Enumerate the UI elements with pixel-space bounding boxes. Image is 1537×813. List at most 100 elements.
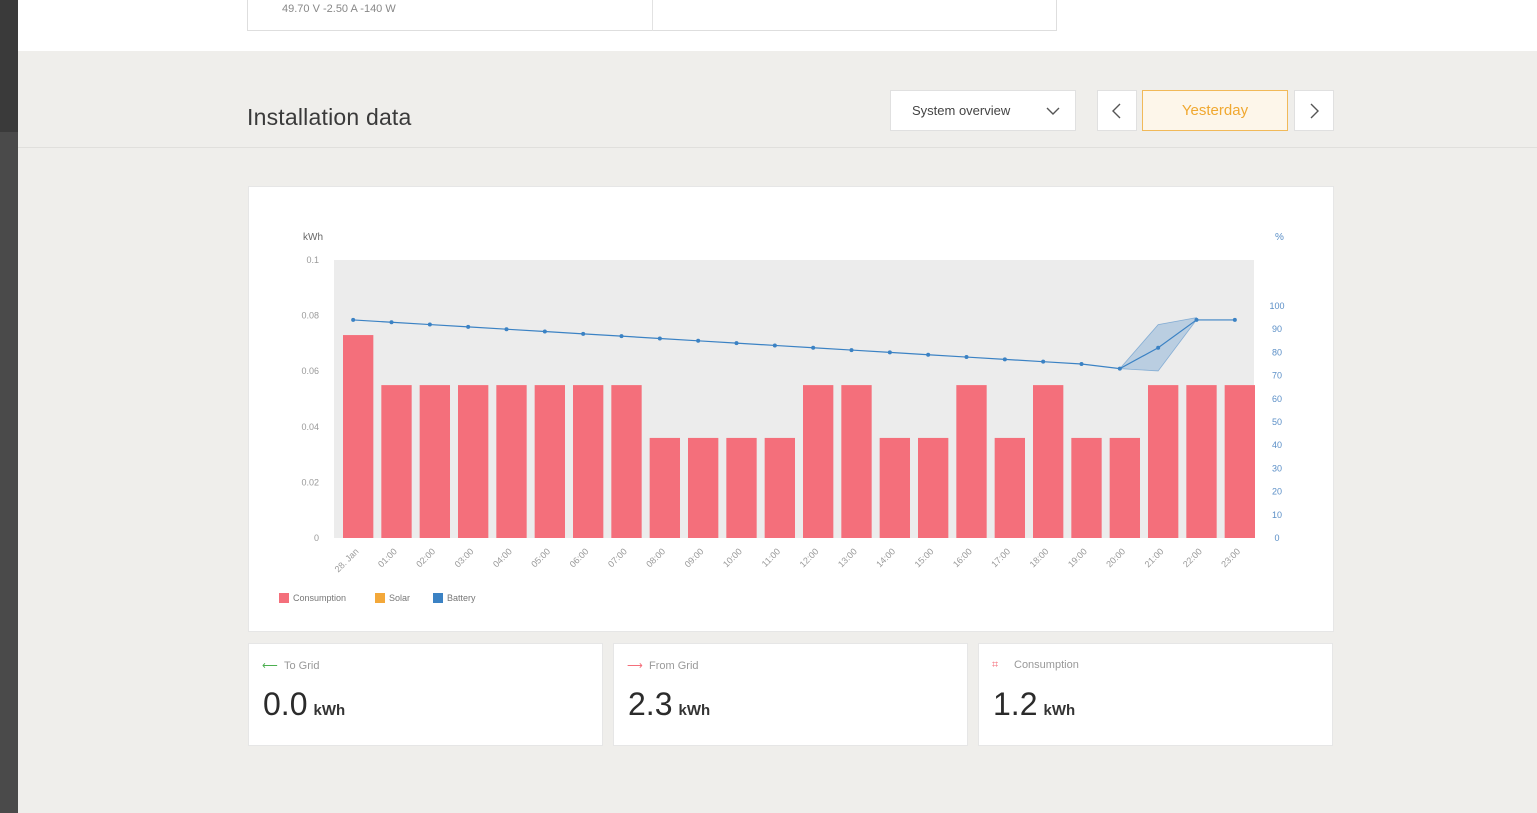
consumption-bar [918, 437, 949, 538]
stat-value: 2.3 [628, 686, 673, 722]
legend-label: Battery [447, 593, 476, 603]
battery-point [504, 327, 509, 332]
arrow-left-icon: ⟵ [262, 660, 278, 672]
device-readout: 49.70 V -2.50 A -140 W [282, 3, 396, 15]
consumption-bar [1148, 385, 1179, 538]
consumption-bar [1109, 437, 1140, 538]
consumption-bar [764, 437, 795, 538]
left-sidebar-rail-top [0, 0, 18, 132]
x-axis-tick: 28. Jan [333, 546, 361, 574]
x-axis-tick: 20:00 [1104, 546, 1127, 569]
battery-point [619, 334, 624, 339]
battery-point [1117, 366, 1122, 371]
consumption-bar [649, 437, 680, 538]
card-divider [652, 0, 653, 31]
view-select-label: System overview [912, 103, 1011, 118]
battery-point [696, 338, 701, 343]
consumption-bar [994, 437, 1025, 538]
battery-point [1194, 317, 1199, 322]
stat-card-from-grid: ⟶ From Grid 2.3 kWh [613, 643, 968, 746]
consumption-bar [381, 385, 412, 538]
x-axis-tick: 04:00 [491, 546, 514, 569]
right-axis-tick: 30 [1272, 463, 1282, 473]
left-axis-tick: 0.06 [301, 366, 319, 376]
legend-label: Consumption [293, 593, 346, 603]
x-axis-tick: 17:00 [989, 546, 1012, 569]
battery-point [1232, 317, 1237, 322]
consumption-bar [688, 437, 719, 538]
x-axis-tick: 19:00 [1066, 546, 1089, 569]
left-axis-tick: 0.1 [306, 255, 319, 265]
right-axis-tick: 80 [1272, 347, 1282, 357]
next-period-button[interactable] [1294, 90, 1334, 131]
chart-card: kWh% 0.1 0.08 0.06 0.04 0.02 0 100 90 80 70 60 50 40 3… [248, 186, 1334, 632]
legend-label: Solar [389, 593, 410, 603]
x-axis-tick: 22:00 [1181, 546, 1204, 569]
previous-period-button[interactable] [1097, 90, 1137, 131]
right-axis-tick: 100 [1269, 301, 1284, 311]
right-axis-tick: 40 [1272, 440, 1282, 450]
x-axis-tick: 21:00 [1143, 546, 1166, 569]
x-axis-tick: 02:00 [414, 546, 437, 569]
consumption-bar [841, 385, 872, 538]
stat-value: 1.2 [993, 686, 1038, 722]
x-axis-tick: 13:00 [836, 546, 859, 569]
legend-swatch [279, 593, 289, 603]
view-select[interactable]: System overview [890, 90, 1076, 131]
consumption-bar [611, 385, 642, 538]
consumption-bar [1033, 385, 1064, 538]
consumption-bar [879, 437, 910, 538]
battery-point [1002, 357, 1007, 362]
x-axis-tick: 15:00 [913, 546, 936, 569]
x-axis-tick: 16:00 [951, 546, 974, 569]
x-axis-tick: 01:00 [376, 546, 399, 569]
x-axis-tick: 06:00 [568, 546, 591, 569]
battery-point [657, 336, 662, 341]
x-axis-tick: 14:00 [874, 546, 897, 569]
battery-point [351, 317, 356, 322]
chevron-down-icon [1046, 107, 1060, 115]
battery-point [811, 345, 816, 350]
stat-unit: kWh [313, 702, 346, 719]
legend-swatch [433, 593, 443, 603]
right-axis-tick: 50 [1272, 417, 1282, 427]
consumption-bar [1071, 437, 1102, 538]
stat-label: To Grid [284, 660, 320, 672]
x-axis-tick: 05:00 [529, 546, 552, 569]
consumption-bar [458, 385, 489, 538]
left-axis-unit: kWh [303, 232, 323, 243]
x-axis-tick: 09:00 [683, 546, 706, 569]
battery-point [427, 322, 432, 327]
installation-chart: kWh %0.10.080.060.040.0201009080706050403… [279, 232, 1285, 603]
consumption-bar [419, 385, 450, 538]
consumption-bar [956, 385, 987, 538]
consumption-bar [1186, 385, 1217, 538]
right-axis-tick: 90 [1272, 324, 1282, 334]
arrow-right-icon: ⟶ [627, 660, 643, 672]
x-axis-tick: 03:00 [453, 546, 476, 569]
right-axis-tick: 70 [1272, 371, 1282, 381]
legend-swatch [375, 593, 385, 603]
battery-point [772, 343, 777, 348]
x-axis-tick: 18:00 [1028, 546, 1051, 569]
period-button[interactable]: Yesterday [1142, 90, 1288, 131]
x-axis-tick: 23:00 [1219, 546, 1242, 569]
consumption-bar [573, 385, 604, 538]
left-axis-tick: 0.02 [301, 477, 319, 487]
stat-value: 0.0 [263, 686, 308, 722]
x-axis-tick: 10:00 [721, 546, 744, 569]
battery-point [466, 324, 471, 329]
battery-point [389, 320, 394, 325]
section-divider [18, 147, 1537, 148]
right-axis-tick: 60 [1272, 394, 1282, 404]
left-axis-tick: 0.08 [301, 311, 319, 321]
chevron-right-icon [1310, 103, 1319, 119]
consumption-bar [534, 385, 565, 538]
battery-point [1041, 359, 1046, 364]
consumption-bar [343, 335, 374, 538]
consumption-bar [496, 385, 527, 538]
right-axis-unit: % [1275, 232, 1284, 243]
consumption-bar [1224, 385, 1255, 538]
battery-point [581, 331, 586, 336]
stat-unit: kWh [678, 702, 711, 719]
